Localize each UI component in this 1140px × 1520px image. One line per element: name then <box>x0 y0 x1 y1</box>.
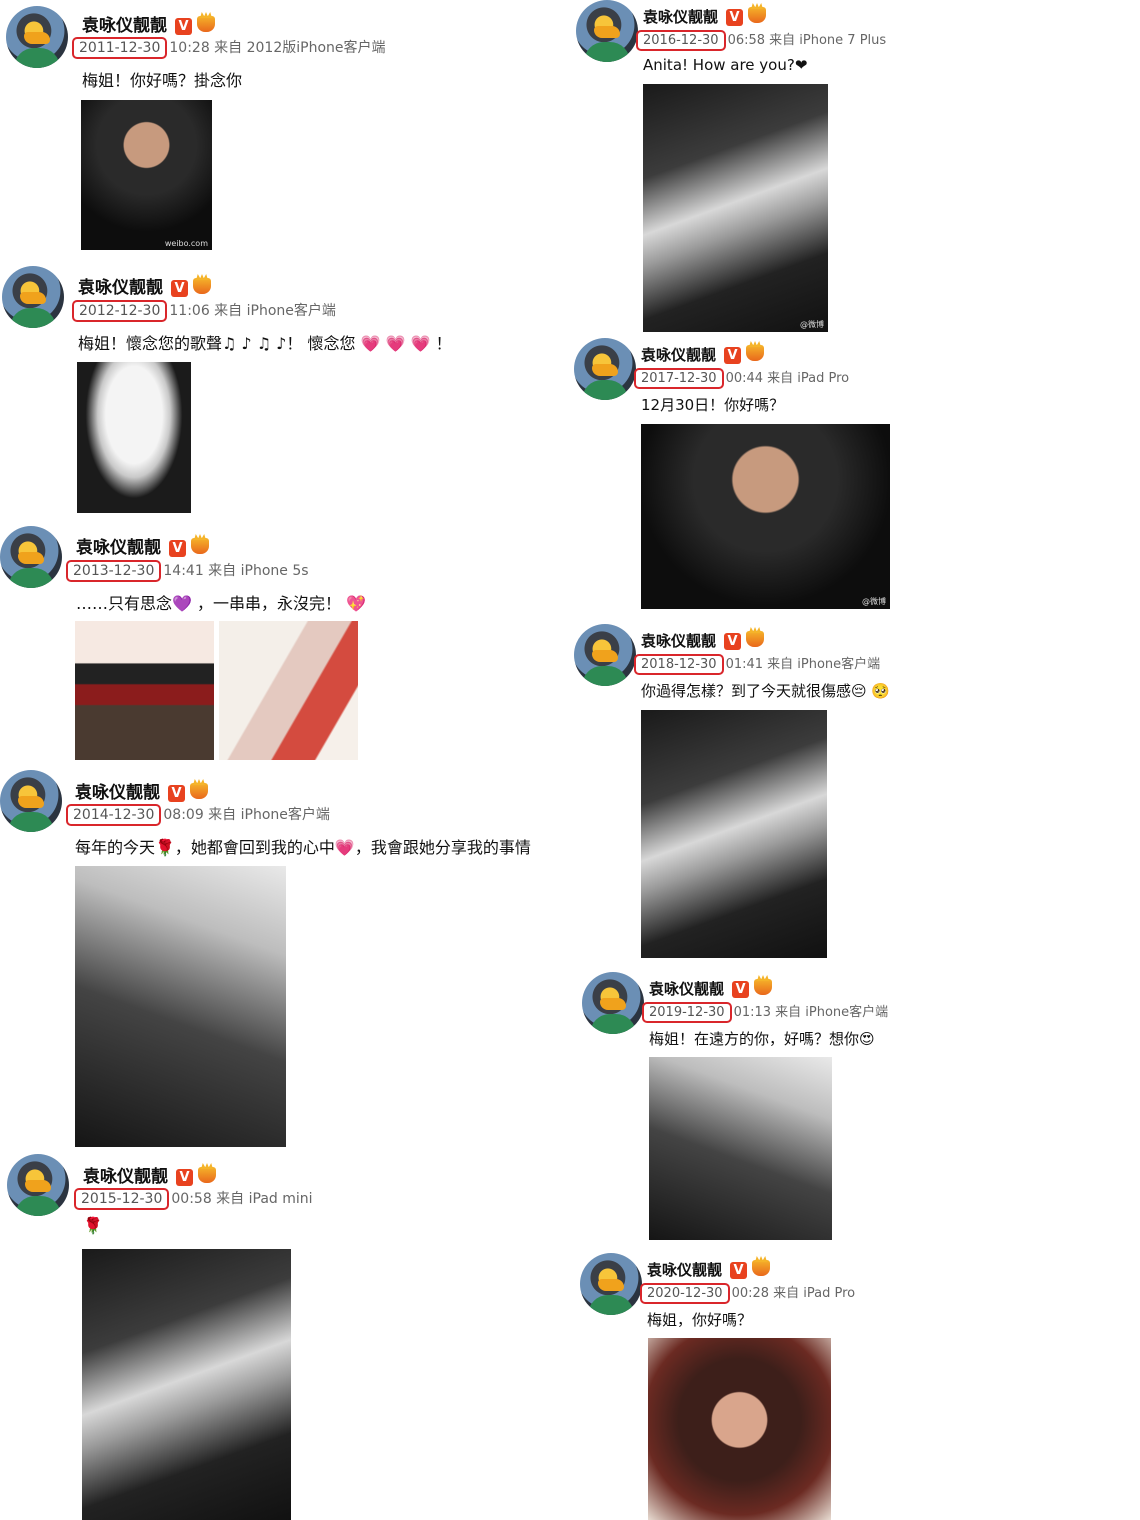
user-avatar[interactable] <box>2 266 64 328</box>
post-photo[interactable] <box>77 362 191 513</box>
post-meta: 2020-12-30 00:28 来自 iPad Pro <box>640 1282 855 1304</box>
crown-icon <box>197 16 215 32</box>
post-text: 梅姐，你好嗎？ <box>647 1311 753 1329</box>
crown-icon <box>190 783 208 799</box>
post-photo[interactable]: @微博 <box>641 424 890 609</box>
post-meta: 2018-12-30 01:41 来自 iPhone客户端 <box>634 653 880 675</box>
user-avatar[interactable] <box>0 526 62 588</box>
crown-icon <box>746 345 765 361</box>
post-meta: 2019-12-30 01:13 来自 iPhone客户端 <box>642 1001 888 1023</box>
post-photo-1[interactable] <box>75 621 214 760</box>
user-avatar[interactable] <box>582 972 644 1034</box>
crown-icon <box>752 1260 771 1276</box>
post-photo[interactable] <box>641 710 827 958</box>
username[interactable]: 袁咏仪靓靓 V <box>649 978 773 999</box>
post-photo[interactable] <box>649 1057 832 1240</box>
user-avatar[interactable] <box>6 6 68 68</box>
username[interactable]: 袁咏仪靓靓 V <box>643 6 767 27</box>
post-date[interactable]: 2019-12-30 <box>642 1002 732 1023</box>
username[interactable]: 袁咏仪靓靓 V <box>641 630 765 651</box>
username[interactable]: 袁咏仪靓靓 V <box>78 273 211 298</box>
verified-badge: V <box>730 1262 748 1279</box>
verified-badge: V <box>175 18 192 35</box>
post-meta: 2014-12-30 08:09 来自 iPhone客户端 <box>66 804 330 826</box>
post-date[interactable]: 2018-12-30 <box>634 654 724 675</box>
post-meta: 2015-12-30 00:58 来自 iPad mini <box>74 1188 313 1210</box>
crown-icon <box>198 1167 216 1183</box>
post-date[interactable]: 2017-12-30 <box>634 368 724 389</box>
username[interactable]: 袁咏仪靓靓 V <box>647 1259 771 1280</box>
post-photo-2[interactable] <box>219 621 358 760</box>
watermark: @微博 <box>862 597 886 606</box>
post-photo[interactable] <box>82 1249 291 1520</box>
user-avatar[interactable] <box>580 1253 642 1315</box>
user-avatar[interactable] <box>7 1154 69 1216</box>
verified-badge: V <box>724 347 742 364</box>
watermark: weibo.com <box>164 239 208 248</box>
post-date[interactable]: 2012-12-30 <box>72 300 168 322</box>
post-meta: 2017-12-30 00:44 来自 iPad Pro <box>634 367 849 389</box>
post-text: Anita! How are you?❤ <box>643 56 808 74</box>
post-date[interactable]: 2015-12-30 <box>74 1188 170 1210</box>
username[interactable]: 袁咏仪靓靓 V <box>76 533 209 558</box>
post-text: 每年的今天🌹，她都會回到我的心中💗，我會跟她分享我的事情 <box>75 838 531 857</box>
post-photo[interactable] <box>648 1338 831 1520</box>
post-meta: 2012-12-30 11:06 来自 iPhone客户端 <box>72 300 336 322</box>
username[interactable]: 袁咏仪靓靓 V <box>641 344 765 365</box>
post-text: 🌹 <box>83 1216 103 1235</box>
post-text: 梅姐！懷念您的歌聲♫ ♪ ♫ ♪！ 懷念您 💗 💗 💗 ！ <box>78 334 452 353</box>
username[interactable]: 袁咏仪靓靓 V <box>82 11 215 36</box>
post-text: 梅姐！你好嗎？掛念你 <box>82 71 243 90</box>
post-photo[interactable] <box>75 866 286 1147</box>
verified-badge: V <box>168 785 185 802</box>
crown-icon <box>746 631 765 647</box>
verified-badge: V <box>724 633 742 650</box>
crown-icon <box>754 979 773 995</box>
verified-badge: V <box>171 280 188 297</box>
post-meta: 2016-12-30 06:58 来自 iPhone 7 Plus <box>636 29 886 51</box>
user-avatar[interactable] <box>576 0 638 62</box>
user-avatar[interactable] <box>574 338 636 400</box>
user-avatar[interactable] <box>0 770 62 832</box>
post-date[interactable]: 2016-12-30 <box>636 30 726 51</box>
post-date[interactable]: 2011-12-30 <box>72 37 168 59</box>
post-text: 梅姐！在遠方的你，好嗎？想你😍 <box>649 1030 875 1048</box>
username[interactable]: 袁咏仪靓靓 V <box>83 1162 216 1187</box>
post-date[interactable]: 2020-12-30 <box>640 1283 730 1304</box>
post-text: 你過得怎樣？到了今天就很傷感😔 🥺 <box>641 682 891 700</box>
user-avatar[interactable] <box>574 624 636 686</box>
crown-icon <box>193 278 211 294</box>
post-date[interactable]: 2014-12-30 <box>66 804 162 826</box>
username[interactable]: 袁咏仪靓靓 V <box>75 778 208 803</box>
verified-badge: V <box>176 1169 193 1186</box>
crown-icon <box>748 7 767 23</box>
verified-badge: V <box>169 540 186 557</box>
crown-icon <box>191 538 209 554</box>
watermark: @微博 <box>800 320 824 329</box>
verified-badge: V <box>732 981 750 998</box>
post-photo[interactable]: weibo.com <box>81 100 212 250</box>
post-text: 12月30日！你好嗎？ <box>641 396 785 414</box>
post-meta: 2011-12-30 10:28 来自 2012版iPhone客户端 <box>72 37 386 59</box>
verified-badge: V <box>726 9 744 26</box>
post-photo[interactable]: @微博 <box>643 84 828 332</box>
post-text: ……只有思念💜 ，一串串，永沒完！ 💖 <box>76 594 367 613</box>
post-date[interactable]: 2013-12-30 <box>66 560 162 582</box>
post-meta: 2013-12-30 14:41 来自 iPhone 5s <box>66 560 309 582</box>
